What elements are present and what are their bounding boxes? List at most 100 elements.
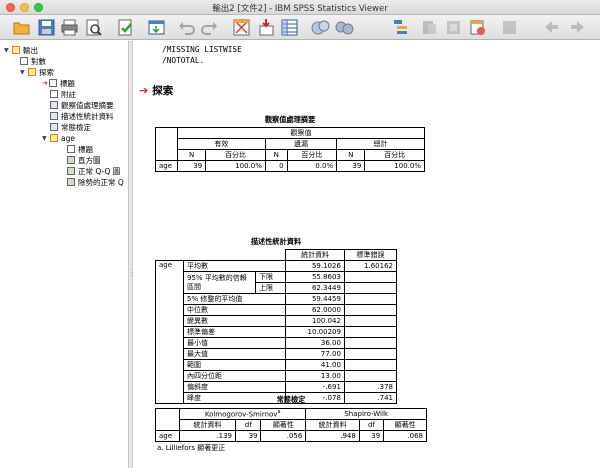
notes-icon: [50, 90, 58, 98]
se-value: [343, 304, 398, 316]
disclosure-down-icon[interactable]: ▼: [20, 69, 28, 76]
hide-icon[interactable]: [444, 18, 463, 37]
stat-value: 59.1026: [285, 260, 345, 272]
sub-header: 統計資料: [178, 419, 237, 431]
col-group-total: 總計: [336, 138, 425, 150]
tree-node-output[interactable]: ▼ 輸出: [4, 45, 38, 55]
se-value: [343, 359, 398, 371]
disclosure-down-icon[interactable]: ▼: [42, 135, 50, 142]
current-item-arrow-icon: ➔: [42, 79, 48, 87]
stat-label: 內四分位距: [182, 370, 287, 382]
goto-case-icon[interactable]: [232, 18, 251, 37]
goto-data-icon[interactable]: [147, 18, 166, 37]
stat-label: 變異數: [182, 315, 287, 327]
collapse-icon[interactable]: [335, 18, 354, 37]
stat-value: 55.8603: [285, 271, 345, 283]
title-icon: [48, 79, 57, 87]
corner-cell: [155, 408, 180, 431]
se-value: [343, 348, 398, 360]
tree-node-log[interactable]: 對數: [20, 56, 46, 66]
ks-label: Kolmogorov-Smirnov: [204, 410, 278, 419]
chart-icon: [67, 178, 75, 186]
se-value: [343, 315, 398, 327]
syntax-line: /MISSING LISTWISE: [162, 45, 242, 54]
stat-value: 10.00209: [285, 326, 345, 338]
tree-item-histogram[interactable]: 直方圖: [67, 155, 101, 165]
se-value: .378: [343, 381, 398, 393]
tree-item-detrended-qq[interactable]: 除勢的正常 Q: [67, 177, 124, 187]
expand-icon[interactable]: [391, 18, 410, 37]
outline-pane: ▼ 輸出 對數 ▼ 探索 ➔ 標題 附註 觀察值處理摘要 描述性統計資料 常態檢…: [0, 41, 133, 468]
stat-value: 62.0000: [285, 304, 345, 316]
normality-table[interactable]: Kolmogorov-Smirnova Shapiro-Wilk 統計資料 df…: [155, 408, 427, 442]
case-summary-title: 觀察值處理摘要: [264, 115, 316, 124]
syntax-line: /NOTOTAL.: [162, 56, 205, 65]
sub-header: 百分比: [286, 149, 338, 161]
sub-header: N: [176, 149, 207, 161]
normality-footnote: a. Lilliefors 顯著更正: [157, 444, 226, 452]
pivot-table-icon: [50, 112, 58, 120]
tree-item-age-title[interactable]: 標題: [67, 144, 93, 154]
redo-icon[interactable]: [200, 18, 219, 37]
designate-window-icon[interactable]: [280, 18, 299, 37]
group-header-ks: Kolmogorov-Smirnova: [178, 408, 307, 420]
group-header-sw: Shapiro-Wilk: [305, 408, 427, 420]
log-icon: [20, 57, 28, 65]
show-icon[interactable]: [420, 18, 439, 37]
descriptives-table[interactable]: 統計資料 標準錯誤 age 平均數 59.1026 1.60162 95% 平均…: [155, 249, 398, 404]
viewer-window: 輸出2 [文件2] - IBM SPSS Statistics Viewer ▼…: [0, 0, 600, 468]
folder-book-icon: [28, 68, 36, 76]
previous-icon[interactable]: [541, 18, 560, 37]
stat-label: 中位數: [182, 304, 287, 316]
tree-item-title[interactable]: ➔ 標題: [42, 78, 75, 88]
stat-label: 5% 修整的平均值: [182, 293, 287, 305]
cell: 39: [176, 160, 207, 172]
folder-book-icon: [50, 134, 58, 142]
open-icon[interactable]: [12, 18, 31, 37]
case-summary-table[interactable]: 觀察值 有效 遺漏 總計 N 百分比 N 百分比 N 百分比 age 39 10…: [155, 127, 425, 172]
tree-item-notes[interactable]: 附註: [50, 89, 76, 99]
sub-header: 統計資料: [305, 419, 360, 431]
output-book-icon: [12, 46, 20, 54]
chart-icon: [67, 167, 75, 175]
stat-label: 偏斜度: [182, 381, 287, 393]
next-icon[interactable]: [569, 18, 588, 37]
save-icon[interactable]: [37, 18, 56, 37]
tree-item-descriptives[interactable]: 描述性統計資料: [50, 111, 114, 121]
cell: .056: [260, 430, 307, 442]
col-header-statistic: 統計資料: [285, 249, 345, 261]
insert-output-icon[interactable]: [257, 18, 276, 37]
stat-value: 41.00: [285, 359, 345, 371]
cell: .948: [305, 430, 360, 442]
sub-header: N: [336, 149, 366, 161]
title-icon[interactable]: [500, 18, 519, 37]
tree-item-qq-plot[interactable]: 正常 Q-Q 圖: [67, 166, 120, 176]
print-preview-icon[interactable]: [84, 18, 103, 37]
corner-cell: [156, 250, 286, 261]
print-icon[interactable]: [60, 18, 79, 37]
sub-header: df: [358, 419, 385, 431]
tree-item-case-summary[interactable]: 觀察值處理摘要: [50, 100, 114, 110]
window-title: 輸出2 [文件2] - IBM SPSS Statistics Viewer: [212, 4, 388, 14]
sub-header: 顯著性: [260, 419, 307, 431]
stat-value: 36.00: [285, 337, 345, 349]
stat-value: 62.3449: [285, 282, 345, 294]
cell: 0.0%: [286, 160, 338, 172]
undo-icon[interactable]: [177, 18, 196, 37]
cell: 100.0%: [205, 160, 266, 172]
header-icon[interactable]: [468, 18, 487, 37]
stat-value: 59.4459: [285, 293, 345, 305]
bound-label: 上限: [254, 282, 287, 294]
stat-label: 95% 平均數的信賴區間: [183, 271, 256, 294]
export-icon[interactable]: [116, 18, 135, 37]
tree-node-age[interactable]: ▼ age: [42, 133, 75, 143]
title-bar: 輸出2 [文件2] - IBM SPSS Statistics Viewer: [0, 0, 600, 15]
row-label: age: [155, 160, 178, 172]
col-header-std-error: 標準錯誤: [343, 249, 398, 261]
col-group-missing: 遺漏: [264, 138, 338, 150]
disclosure-down-icon[interactable]: ▼: [4, 47, 12, 54]
variables-icon[interactable]: [311, 18, 330, 37]
tree-node-explore[interactable]: ▼ 探索: [20, 67, 54, 77]
tree-item-normality[interactable]: 常態檢定: [50, 122, 91, 132]
se-value: [343, 282, 398, 294]
